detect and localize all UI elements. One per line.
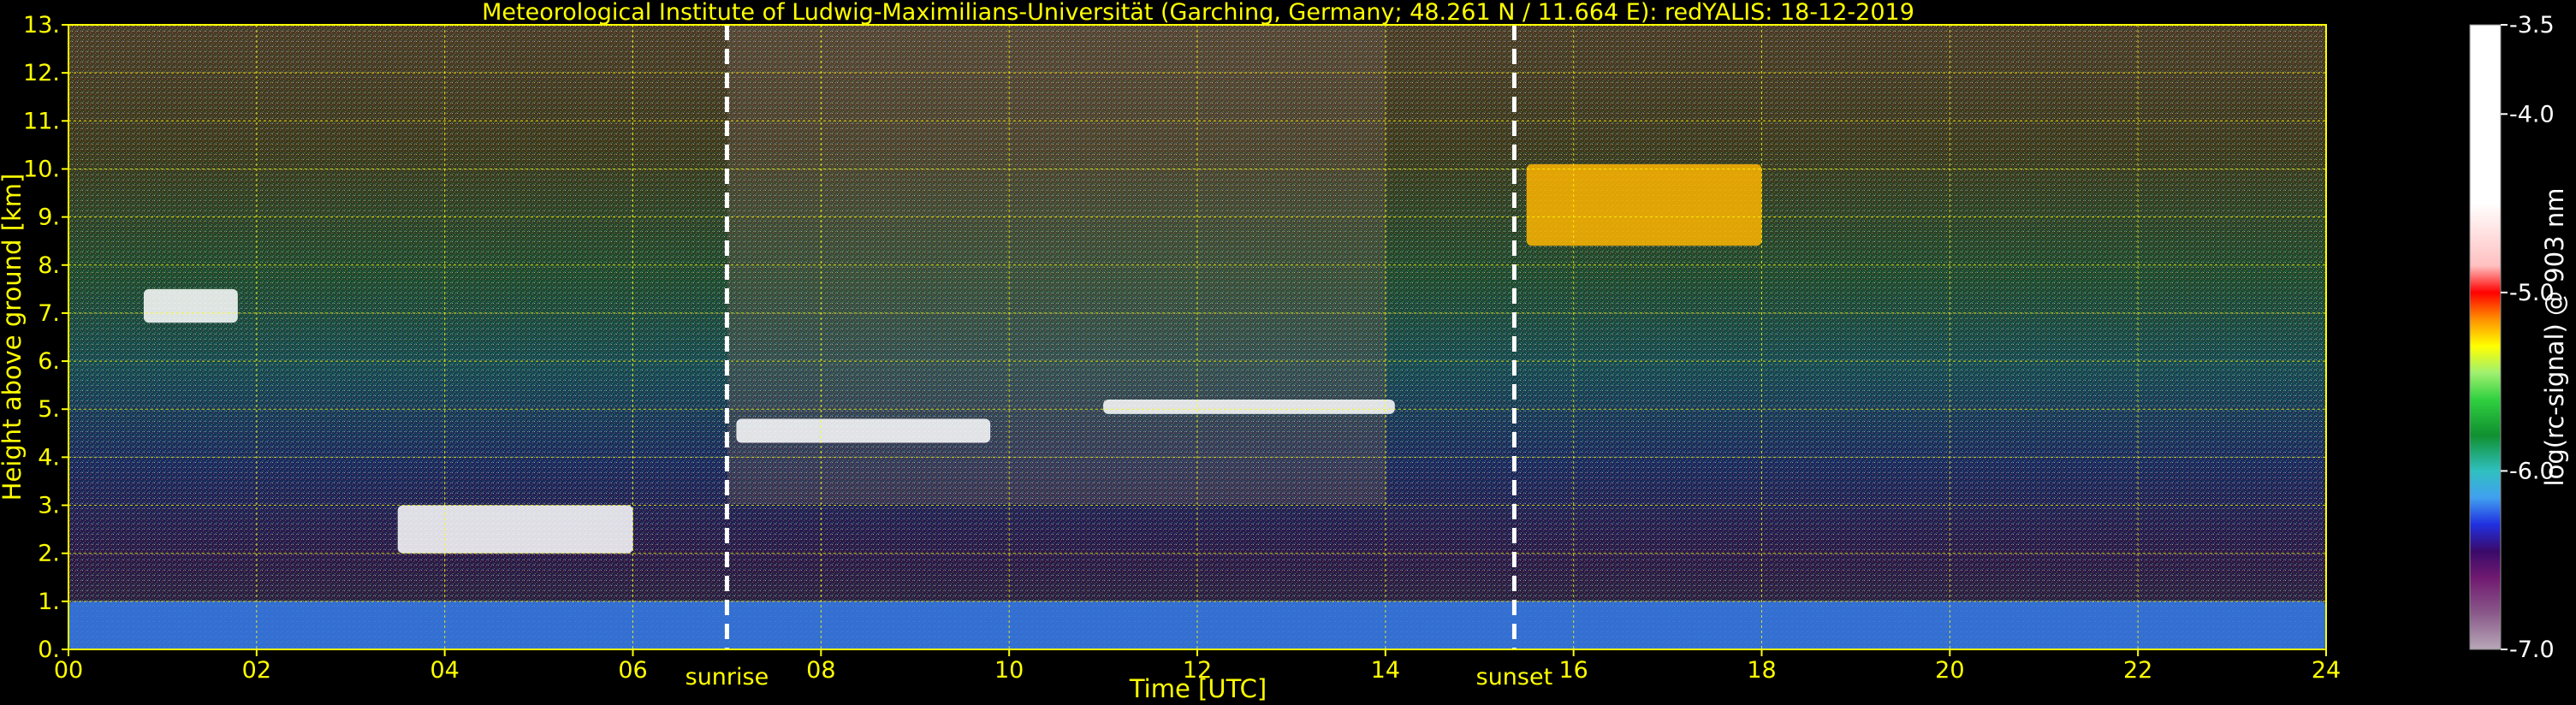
x-tick-label: 04 xyxy=(430,657,459,684)
y-tick-label: 5. xyxy=(38,396,60,423)
y-axis-ticks: 0. 1. 2. 3. 4. 5. 6. 7. 8. 9. 10. 11. 12. 13. xyxy=(23,12,68,663)
chart-title: Meteorological Institute of Ludwig-Maxim… xyxy=(482,0,1914,26)
x-tick-label: 18 xyxy=(1747,657,1776,684)
feature-cloud-layer-mid xyxy=(736,418,991,443)
y-tick-label: 10. xyxy=(23,156,60,182)
colorbar-tick-label: -3.5 xyxy=(2509,12,2555,39)
y-tick-label: 9. xyxy=(38,204,60,231)
y-tick-label: 11. xyxy=(23,108,60,134)
colorbar-label: log(rc-signal) @ 903 nm xyxy=(2540,188,2569,487)
colorbar: -3.5-4.0-5.0-6.0-7.0 log(rc-signal) @ 90… xyxy=(2469,12,2569,663)
x-axis-label: Time [UTC] xyxy=(1129,674,1267,703)
x-tick-label: 06 xyxy=(618,657,647,684)
y-tick-label: 3. xyxy=(38,493,60,519)
y-tick-label: 8. xyxy=(38,252,60,279)
y-tick-label: 4. xyxy=(38,444,60,471)
lidar-chart: Meteorological Institute of Ludwig-Maxim… xyxy=(0,0,2569,703)
feature-cloud-layer-5km xyxy=(1103,400,1395,414)
y-tick-label: 13. xyxy=(23,12,60,39)
colorbar-tick-label: -4.0 xyxy=(2509,101,2555,127)
x-tick-label: 02 xyxy=(242,657,271,684)
feature-cirrus-night xyxy=(143,288,238,323)
x-tick-label: 20 xyxy=(1935,657,1964,684)
feature-cloud-layer-low xyxy=(397,505,633,554)
y-axis-label: Height above ground [km] xyxy=(0,174,27,501)
sunrise-label: sunrise xyxy=(686,664,769,690)
y-tick-label: 7. xyxy=(38,300,60,327)
colorbar-gradient xyxy=(2469,24,2502,650)
y-tick-label: 1. xyxy=(38,589,60,615)
plot-area xyxy=(68,25,2326,649)
x-tick-label: 24 xyxy=(2312,657,2341,684)
colorbar-tick-label: -7.0 xyxy=(2509,637,2555,663)
y-tick-label: 0. xyxy=(38,637,60,663)
y-tick-label: 2. xyxy=(38,541,60,567)
feature-cirrus-evening xyxy=(1526,163,1762,246)
x-tick-label: 14 xyxy=(1371,657,1400,684)
y-tick-label: 12. xyxy=(23,60,60,86)
x-tick-label: 08 xyxy=(806,657,835,684)
x-tick-label: 16 xyxy=(1558,657,1588,684)
sunset-label: sunset xyxy=(1476,664,1553,690)
x-tick-label: 10 xyxy=(994,657,1024,684)
x-tick-label: 22 xyxy=(2123,657,2152,684)
y-tick-label: 6. xyxy=(38,348,60,375)
